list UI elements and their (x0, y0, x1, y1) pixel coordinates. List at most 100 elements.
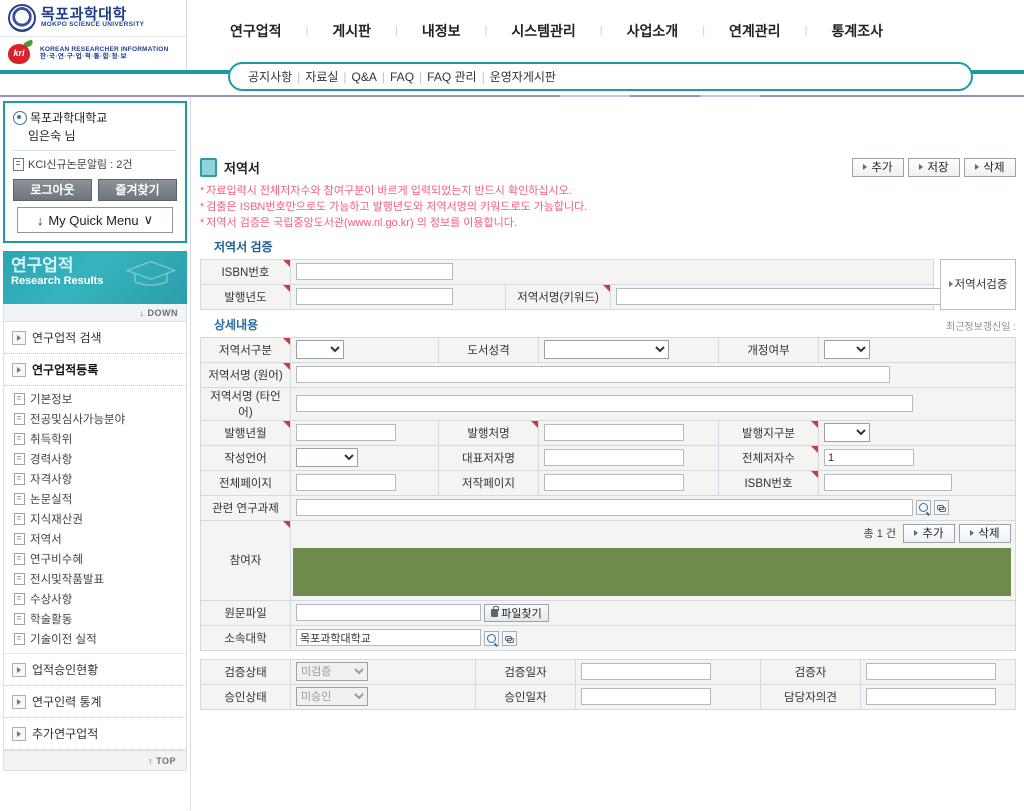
detail-isbn-input[interactable] (824, 474, 952, 492)
gnb-item-myinfo[interactable]: 내정보 (398, 21, 485, 41)
participants-grid[interactable] (293, 547, 1011, 596)
scroll-to-top-button[interactable]: ↑ TOP (3, 751, 187, 771)
sidebar-item-approval-status[interactable]: 업적승인현황 (4, 654, 186, 686)
author-count-input[interactable] (824, 449, 914, 467)
table-row: 저역서명 (타언어) (200, 386, 1016, 421)
language-select[interactable] (296, 448, 358, 468)
participants-add-button[interactable]: 추가 (903, 523, 955, 543)
original-file-input[interactable] (296, 604, 481, 622)
sidebar-subitem-awards[interactable]: 수상사항 (4, 589, 186, 609)
gnb-item-research[interactable]: 연구업적 (206, 21, 306, 41)
subnav-item-qna[interactable]: Q&A (352, 70, 377, 84)
notice-text: 저역서 검증은 국립중앙도서관(www.nl.go.kr) 의 정보를 이용합니… (206, 216, 517, 229)
participants-toolbar: 총 1 건 추가 삭제 (291, 521, 1015, 546)
sidebar-item-additional-research[interactable]: 추가연구업적 (4, 718, 186, 750)
verify-book-button[interactable]: 저역서검증 (940, 258, 1016, 310)
verifier-input[interactable] (866, 663, 996, 681)
gnb-item-system[interactable]: 시스템관리 (487, 21, 599, 41)
table-row: 승인상태 미승인 승인일자 담당자의견 (200, 683, 1016, 710)
gnb-item-board[interactable]: 게시판 (308, 21, 395, 41)
main-author-input[interactable] (544, 449, 684, 467)
sidebar-subitem-label: 수상사항 (30, 594, 73, 606)
kri-logo[interactable]: KOREAN RESEARCHER INFORMATION 한·국·연·구·업·… (0, 37, 186, 69)
sidebar-subitem-label: 지식재산권 (30, 514, 83, 526)
publish-region-select[interactable] (824, 423, 870, 443)
author-count-cell (818, 444, 1016, 471)
quick-menu-dropdown[interactable]: ↓ My Quick Menu ∨ (17, 207, 173, 233)
gnb-item-business[interactable]: 사업소개 (603, 21, 703, 41)
subnav-item-admin-board[interactable]: 운영자게시판 (490, 68, 556, 85)
project-link-button[interactable] (934, 500, 950, 516)
subnav-item-faq[interactable]: FAQ (390, 70, 414, 84)
school-link-button[interactable] (502, 631, 518, 647)
delete-button[interactable]: 삭제 (964, 157, 1016, 177)
school-cell (290, 624, 1016, 651)
opinion-input[interactable] (866, 688, 996, 706)
save-button[interactable]: 저장 (908, 157, 960, 177)
opinion-label: 담당자의견 (760, 683, 861, 710)
gnb-item-linkage[interactable]: 연계관리 (705, 21, 805, 41)
sidebar-subitem-exhibition[interactable]: 전시및작품발표 (4, 569, 186, 589)
subnav-item-faq-admin[interactable]: FAQ 관리 (427, 68, 476, 85)
sidebar-subitem-tech-transfer[interactable]: 기술이전 실적 (4, 629, 186, 649)
sidebar-subitem-funding[interactable]: 연구비수혜 (4, 549, 186, 569)
add-button[interactable]: 추가 (852, 157, 904, 177)
participants-delete-button[interactable]: 삭제 (959, 523, 1011, 543)
original-file-cell: 파일찾기 (290, 599, 1016, 626)
kci-alert-row[interactable]: KCI신규논문알림 : 2건 (13, 156, 177, 172)
sidebar-item-manpower-stats[interactable]: 연구인력 통계 (4, 686, 186, 718)
sidebar-subitem-career[interactable]: 경력사항 (4, 449, 186, 469)
book-type-select[interactable] (296, 340, 344, 360)
total-pages-input[interactable] (296, 474, 396, 492)
subnav-item-notice[interactable]: 공지사항 (248, 68, 292, 85)
subnav-item-archive[interactable]: 자료실 (305, 68, 338, 85)
sidebar-item-research-search[interactable]: 연구업적 검색 (4, 322, 186, 354)
publisher-input[interactable] (544, 424, 684, 442)
isbn-input[interactable] (296, 263, 453, 281)
book-character-select[interactable] (544, 340, 669, 360)
bookmark-button[interactable]: 즐겨찾기 (98, 179, 177, 201)
school-search-button[interactable] (484, 631, 500, 647)
sidebar-subitem-basic-info[interactable]: 기본정보 (4, 389, 186, 409)
isbn-label: ISBN번호 (200, 258, 291, 285)
file-browse-button[interactable]: 파일찾기 (484, 603, 549, 622)
verify-date-input[interactable] (581, 663, 711, 681)
university-logo[interactable]: 목포과학대학 MOKPO SCIENCE UNIVERSITY (0, 0, 186, 37)
related-project-label: 관련 연구과제 (200, 494, 291, 521)
link-icon (505, 634, 515, 644)
book-icon (200, 157, 217, 177)
lnb-down-button[interactable]: ↓ DOWN (3, 304, 187, 322)
triangle-icon (914, 530, 919, 537)
title-other-input[interactable] (296, 395, 913, 413)
triangle-icon (948, 281, 953, 288)
document-icon (14, 413, 25, 425)
school-input[interactable] (296, 629, 481, 647)
project-search-button[interactable] (916, 500, 932, 516)
sidebar-subitem-academic[interactable]: 학술활동 (4, 609, 186, 629)
down-arrow-icon: ↓ (36, 212, 44, 228)
gnb-item-statistics[interactable]: 통계조사 (807, 21, 907, 41)
title-original-label: 저역서명 (원어) (200, 361, 291, 388)
title-original-input[interactable] (296, 366, 890, 384)
search-icon (919, 503, 929, 513)
approve-date-input[interactable] (581, 688, 711, 706)
revision-select[interactable] (824, 340, 870, 360)
keyword-input[interactable] (616, 288, 956, 306)
own-pages-input[interactable] (544, 474, 684, 492)
logout-button[interactable]: 로그아웃 (13, 179, 92, 201)
sidebar-item-research-register[interactable]: 연구업적등록 (4, 354, 186, 386)
arrow-right-icon (12, 330, 26, 345)
sidebar-subitem-books[interactable]: 저역서 (4, 529, 186, 549)
related-project-input[interactable] (296, 499, 913, 517)
sidebar-subitem-qualification[interactable]: 자격사항 (4, 469, 186, 489)
approve-state-select[interactable]: 미승인 (296, 687, 368, 707)
sidebar-subitem-papers[interactable]: 논문실적 (4, 489, 186, 509)
publish-year-input[interactable] (296, 288, 453, 306)
sidebar-subitem-degree[interactable]: 취득학위 (4, 429, 186, 449)
sidebar-subitem-ip[interactable]: 지식재산권 (4, 509, 186, 529)
table-row: 저역서구분 도서성격 개정여부 (200, 336, 1016, 363)
last-updated-label: 최근정보갱신일 : (946, 321, 1016, 333)
verify-state-select[interactable]: 미검증 (296, 662, 368, 682)
sidebar-subitem-major-review[interactable]: 전공및심사가능분야 (4, 409, 186, 429)
publish-ym-input[interactable] (296, 424, 396, 442)
